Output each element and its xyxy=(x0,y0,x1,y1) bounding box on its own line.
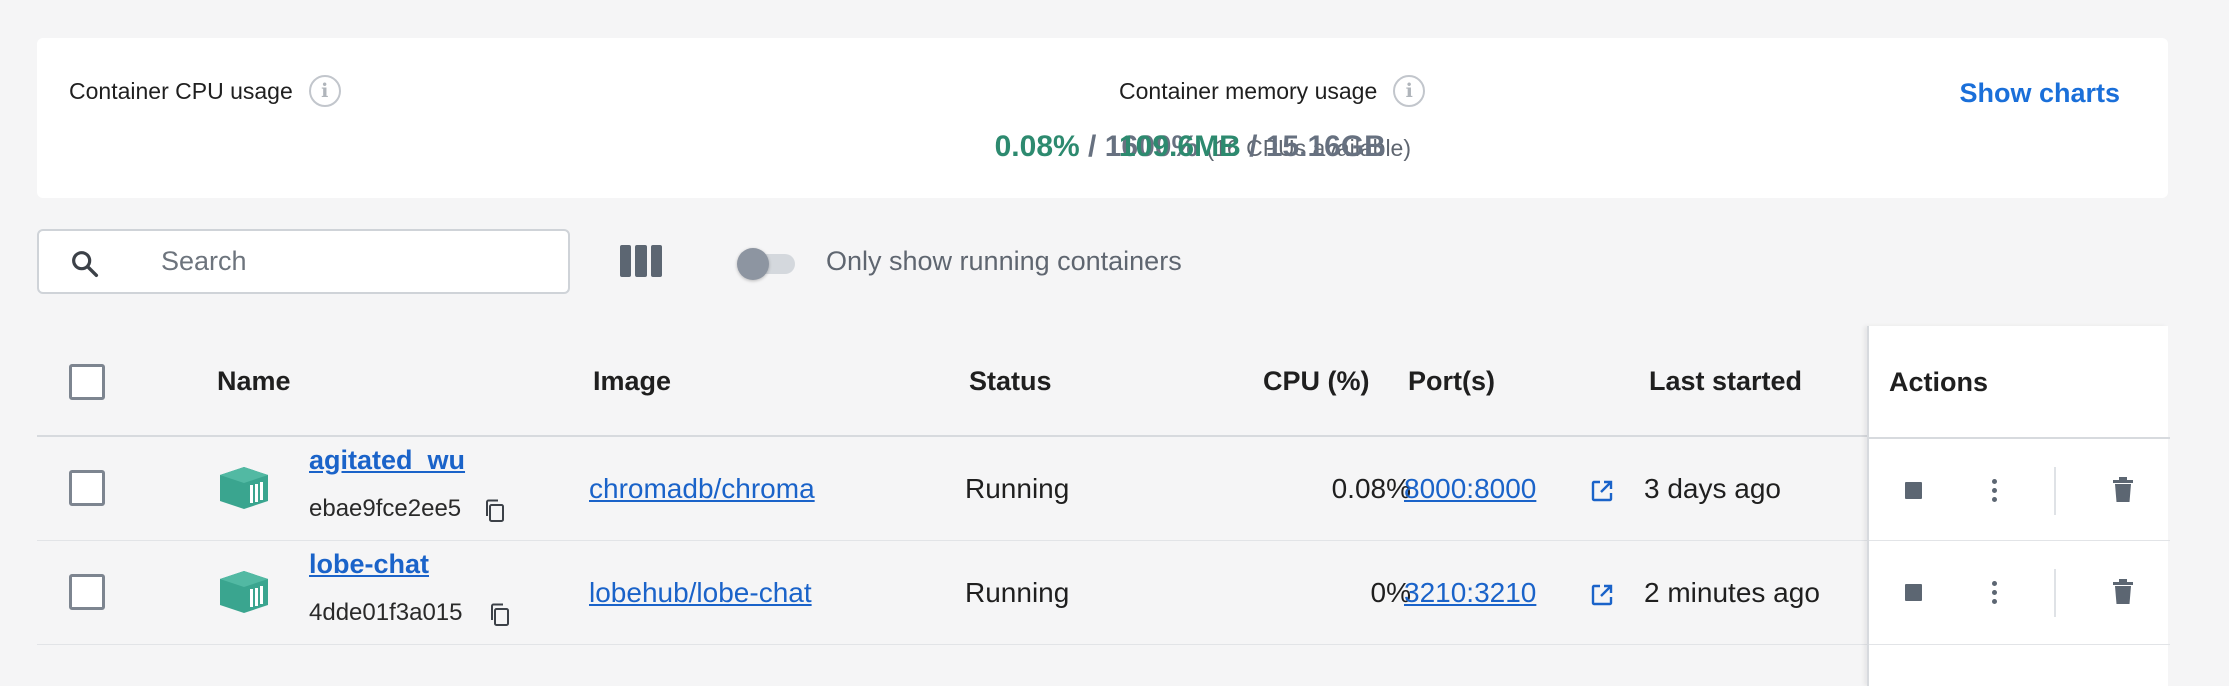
table-header-row: Name Image Status CPU (%) Port(s) Last s… xyxy=(37,326,2168,437)
trash-icon xyxy=(2113,477,2133,502)
cpu-value: 0.08% xyxy=(1331,473,1411,504)
image-link[interactable]: lobehub/lobe-chat xyxy=(589,577,812,609)
column-bar xyxy=(635,245,647,277)
header-status[interactable]: Status xyxy=(969,366,1052,397)
header-last-started[interactable]: Last started xyxy=(1649,366,1802,397)
stop-button[interactable] xyxy=(1898,475,1928,505)
info-icon[interactable]: i xyxy=(1393,75,1426,107)
container-name-link[interactable]: agitated_wu xyxy=(309,445,465,476)
row-checkbox[interactable] xyxy=(69,574,105,610)
more-vertical-icon xyxy=(1991,478,1997,502)
status-text: Running xyxy=(965,473,1070,504)
usage-card: Container CPU usage i 0.08% / 1600% (16 … xyxy=(37,38,2168,198)
memory-usage-title-row: Container memory usage i xyxy=(1119,74,1426,108)
table-row[interactable]: lobe-chat 4dde01f3a015 lobehub/lobe-chat… xyxy=(37,541,2168,645)
search-box[interactable] xyxy=(37,229,570,294)
container-id: 4dde01f3a015 xyxy=(309,599,463,626)
row-checkbox[interactable] xyxy=(69,470,105,506)
column-bar xyxy=(620,245,632,277)
copy-icon[interactable] xyxy=(489,603,511,627)
cpu-usage-separator: / xyxy=(1079,130,1105,163)
stop-button[interactable] xyxy=(1898,577,1928,607)
external-link-icon[interactable] xyxy=(1590,479,1614,503)
toggle-thumb xyxy=(737,248,769,280)
search-input[interactable] xyxy=(159,231,549,292)
actions-column: Actions xyxy=(1867,326,2170,686)
last-started-text: 3 days ago xyxy=(1644,473,1781,504)
container-icon xyxy=(220,467,268,509)
search-icon xyxy=(72,251,99,278)
memory-usage-title: Container memory usage xyxy=(1119,77,1378,104)
container-name-link[interactable]: lobe-chat xyxy=(309,549,429,580)
header-actions: Actions xyxy=(1889,367,1989,397)
delete-button[interactable] xyxy=(2108,577,2138,607)
memory-usage-values: 109.6MB / 15.16GB xyxy=(1119,130,1425,164)
last-started-text: 2 minutes ago xyxy=(1644,577,1820,608)
action-divider xyxy=(2054,467,2056,515)
column-bar xyxy=(650,245,662,277)
running-only-toggle[interactable] xyxy=(737,248,797,280)
more-actions-button[interactable] xyxy=(1979,475,2009,505)
select-all-checkbox[interactable] xyxy=(69,364,105,400)
table-row[interactable]: agitated_wu ebae9fce2ee5 chromadb/chroma… xyxy=(37,437,2168,541)
cpu-usage-used: 0.08% xyxy=(994,130,1080,163)
delete-button[interactable] xyxy=(2108,475,2138,505)
container-icon xyxy=(220,571,268,613)
cpu-usage-title: Container CPU usage xyxy=(69,77,293,104)
actions-row xyxy=(1869,541,2170,645)
running-only-label: Only show running containers xyxy=(826,246,1182,276)
header-name[interactable]: Name xyxy=(217,366,291,397)
port-link[interactable]: 3210:3210 xyxy=(1404,577,1536,609)
status-text: Running xyxy=(965,577,1070,608)
memory-usage-used: 109.6MB xyxy=(1119,130,1241,163)
copy-icon[interactable] xyxy=(484,499,506,523)
memory-usage-total: 15.16GB xyxy=(1265,130,1386,163)
more-actions-button[interactable] xyxy=(1979,577,2009,607)
more-vertical-icon xyxy=(1991,580,1997,604)
stop-icon xyxy=(1904,583,1922,601)
header-cpu[interactable]: CPU (%) xyxy=(1263,366,1370,397)
external-link-icon[interactable] xyxy=(1590,583,1614,607)
action-divider xyxy=(2054,569,2056,617)
header-image[interactable]: Image xyxy=(593,366,671,397)
info-icon[interactable]: i xyxy=(308,75,341,107)
container-id: ebae9fce2ee5 xyxy=(309,495,462,522)
trash-icon xyxy=(2113,579,2133,604)
actions-row xyxy=(1869,437,2170,541)
show-charts-button[interactable]: Show charts xyxy=(1959,78,2120,109)
columns-icon[interactable] xyxy=(620,245,662,277)
memory-usage-separator: / xyxy=(1240,130,1266,163)
memory-usage-block: Container memory usage i 109.6MB / 15.16… xyxy=(1119,74,1426,164)
port-link[interactable]: 8000:8000 xyxy=(1404,473,1536,505)
image-link[interactable]: chromadb/chroma xyxy=(589,473,815,505)
stop-icon xyxy=(1904,481,1922,499)
containers-table: Name Image Status CPU (%) Port(s) Last s… xyxy=(37,326,2170,686)
header-ports[interactable]: Port(s) xyxy=(1408,366,1495,397)
